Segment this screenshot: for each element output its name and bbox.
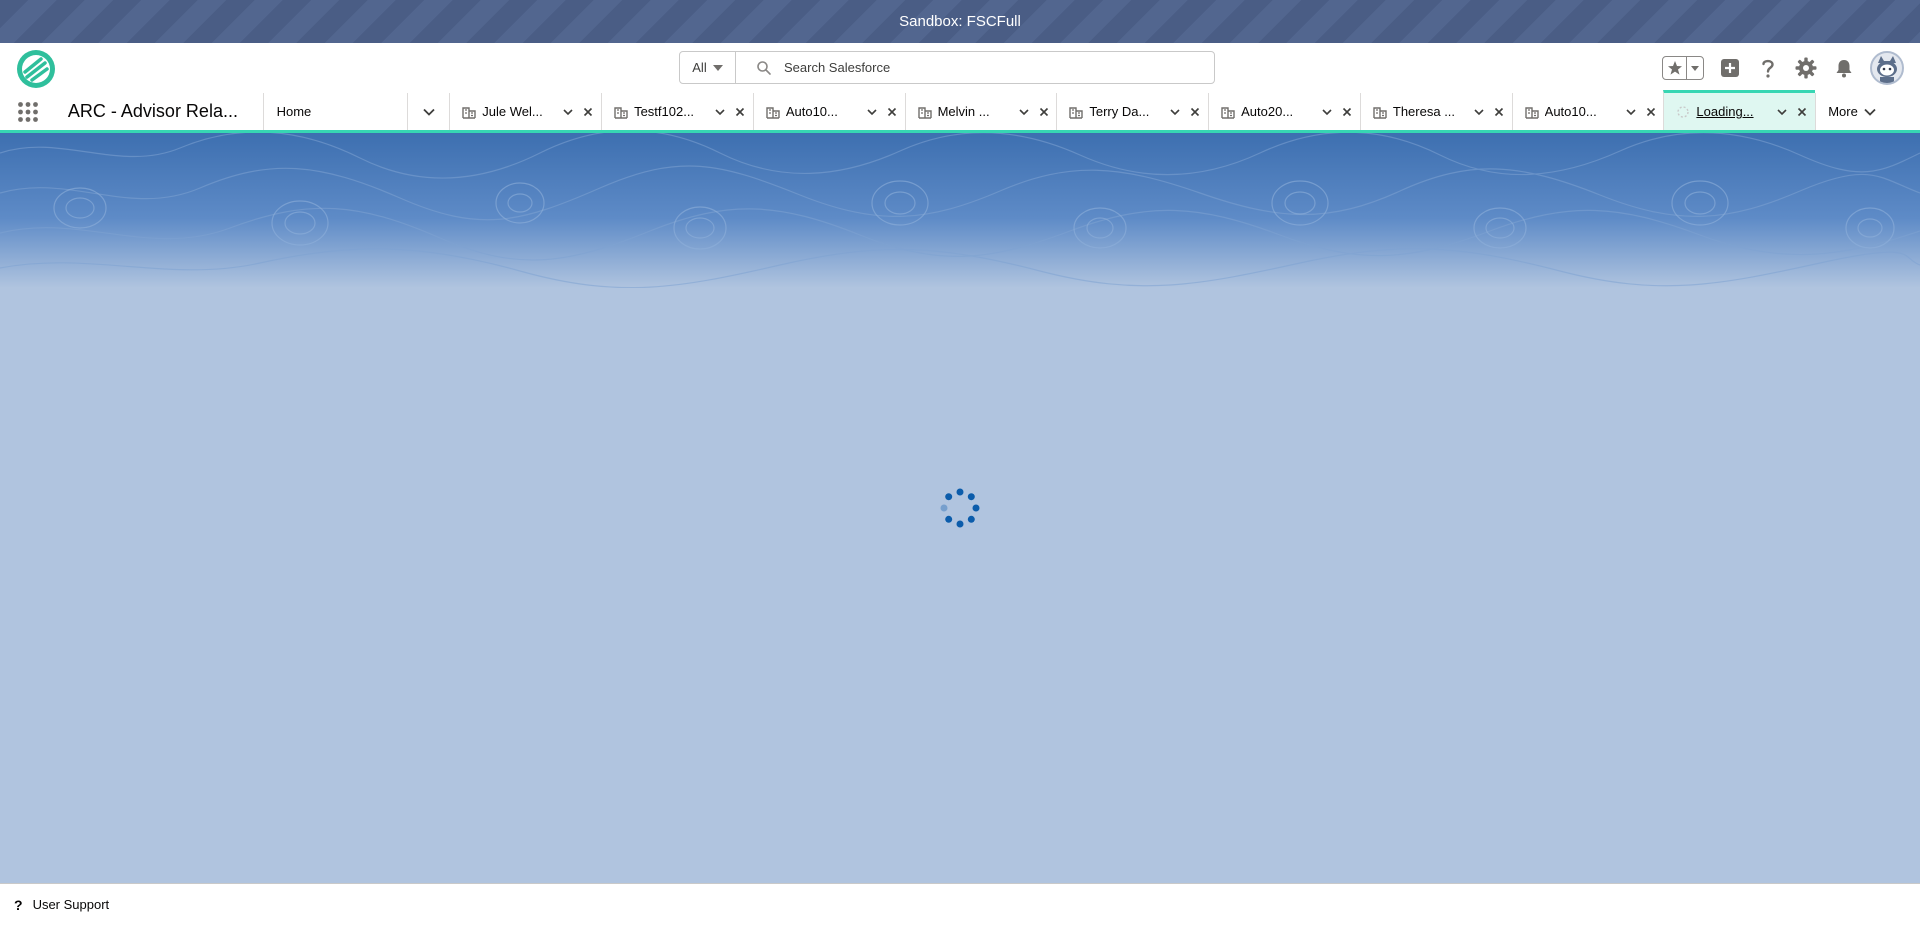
close-icon[interactable] xyxy=(1489,106,1509,118)
sandbox-banner: Sandbox: FSCFull xyxy=(0,0,1920,43)
help-icon[interactable] xyxy=(1756,56,1780,80)
user-support-link[interactable]: User Support xyxy=(33,897,110,912)
close-icon[interactable] xyxy=(1337,106,1357,118)
record-icon xyxy=(1524,106,1539,119)
bell-icon[interactable] xyxy=(1832,56,1856,80)
chevron-down-icon[interactable] xyxy=(710,106,730,118)
close-icon[interactable] xyxy=(1185,106,1205,118)
close-icon[interactable] xyxy=(730,106,750,118)
workspace-tab-label: Jule Wel... xyxy=(482,104,543,119)
close-icon[interactable] xyxy=(578,106,598,118)
record-icon xyxy=(917,106,932,119)
record-icon xyxy=(766,106,780,119)
loading-icon xyxy=(1677,105,1690,118)
star-icon[interactable] xyxy=(1663,57,1687,79)
workspace-tab-label: Theresa ... xyxy=(1392,104,1456,119)
search-scope-dropdown[interactable]: All xyxy=(680,52,736,83)
header-actions xyxy=(1662,51,1904,85)
search-input[interactable] xyxy=(784,60,1184,75)
spinner-icon xyxy=(940,488,980,528)
workspace-tab-label: Auto10... xyxy=(785,104,838,119)
app-nav-bar: ARC - Advisor Rela... Home Jule Wel... T… xyxy=(0,90,1920,133)
close-icon[interactable] xyxy=(882,106,902,118)
search-icon xyxy=(756,60,772,76)
chevron-down-icon[interactable] xyxy=(862,106,882,118)
chevron-down-icon[interactable] xyxy=(558,106,578,118)
caret-down-icon xyxy=(712,64,723,71)
global-search: All xyxy=(679,51,1215,84)
workspace-tab[interactable]: Jule Wel... xyxy=(449,93,601,130)
chevron-down-icon[interactable] xyxy=(1165,106,1185,118)
topographic-pattern xyxy=(0,133,1920,289)
more-label: More xyxy=(1828,104,1858,119)
workspace-tab[interactable]: Testf102... xyxy=(601,93,753,130)
record-icon xyxy=(1221,106,1235,119)
record-icon xyxy=(462,106,476,119)
workspace-tab[interactable]: Theresa ... xyxy=(1359,93,1512,130)
workspace-tab[interactable]: Terry Da... xyxy=(1056,93,1208,130)
favorites-dropdown-button[interactable] xyxy=(1687,65,1703,71)
utility-bar: ? User Support xyxy=(0,883,1920,925)
app-launcher-icon[interactable] xyxy=(0,93,56,130)
caret-down-icon xyxy=(1691,65,1699,71)
workspace-tab[interactable]: Melvin ... xyxy=(904,93,1057,130)
search-scope-label: All xyxy=(692,60,707,75)
chevron-down-icon[interactable] xyxy=(1772,106,1792,118)
chevron-down-icon xyxy=(1864,108,1876,116)
workspace-tab[interactable]: Auto20... xyxy=(1208,93,1360,130)
workspace-tab-label: Loading... xyxy=(1696,104,1754,119)
chevron-down-icon[interactable] xyxy=(1469,106,1489,118)
close-icon[interactable] xyxy=(1641,106,1661,118)
global-header: All xyxy=(0,43,1920,93)
more-tabs-button[interactable]: More xyxy=(1815,93,1920,130)
avatar[interactable] xyxy=(1870,51,1904,85)
add-icon[interactable] xyxy=(1718,56,1742,80)
close-icon[interactable] xyxy=(1034,106,1054,118)
nav-menu-button[interactable] xyxy=(407,93,449,130)
workspace-tab-label: Terry Da... xyxy=(1089,104,1150,119)
workspace-tab[interactable]: Auto10... xyxy=(1511,93,1664,130)
record-icon xyxy=(1373,106,1387,119)
record-icon xyxy=(1069,106,1084,119)
chevron-down-icon[interactable] xyxy=(1317,106,1337,118)
help-icon: ? xyxy=(14,896,23,913)
chevron-down-icon xyxy=(423,108,435,116)
workspace-tab-label: Testf102... xyxy=(634,104,695,119)
logo-icon[interactable] xyxy=(16,49,56,89)
workspace-tab[interactable]: Auto10... xyxy=(752,93,905,130)
chevron-down-icon[interactable] xyxy=(1014,106,1034,118)
main-content xyxy=(0,133,1920,883)
workspace-tab-label: Auto10... xyxy=(1544,104,1597,119)
workspace-tab-label: Melvin ... xyxy=(937,104,990,119)
record-icon xyxy=(614,106,628,119)
favorites-button-group xyxy=(1662,56,1704,80)
app-name: ARC - Advisor Rela... xyxy=(67,101,238,121)
sandbox-label: Sandbox: FSCFull xyxy=(899,13,1021,30)
close-icon[interactable] xyxy=(1792,106,1812,118)
gear-icon[interactable] xyxy=(1794,56,1818,80)
workspace-tab-active[interactable]: Loading... xyxy=(1663,90,1816,130)
nav-item-home[interactable]: Home xyxy=(262,93,408,130)
background-banner xyxy=(0,133,1920,289)
chevron-down-icon[interactable] xyxy=(1621,106,1641,118)
workspace-tab-label: Auto20... xyxy=(1241,104,1294,119)
